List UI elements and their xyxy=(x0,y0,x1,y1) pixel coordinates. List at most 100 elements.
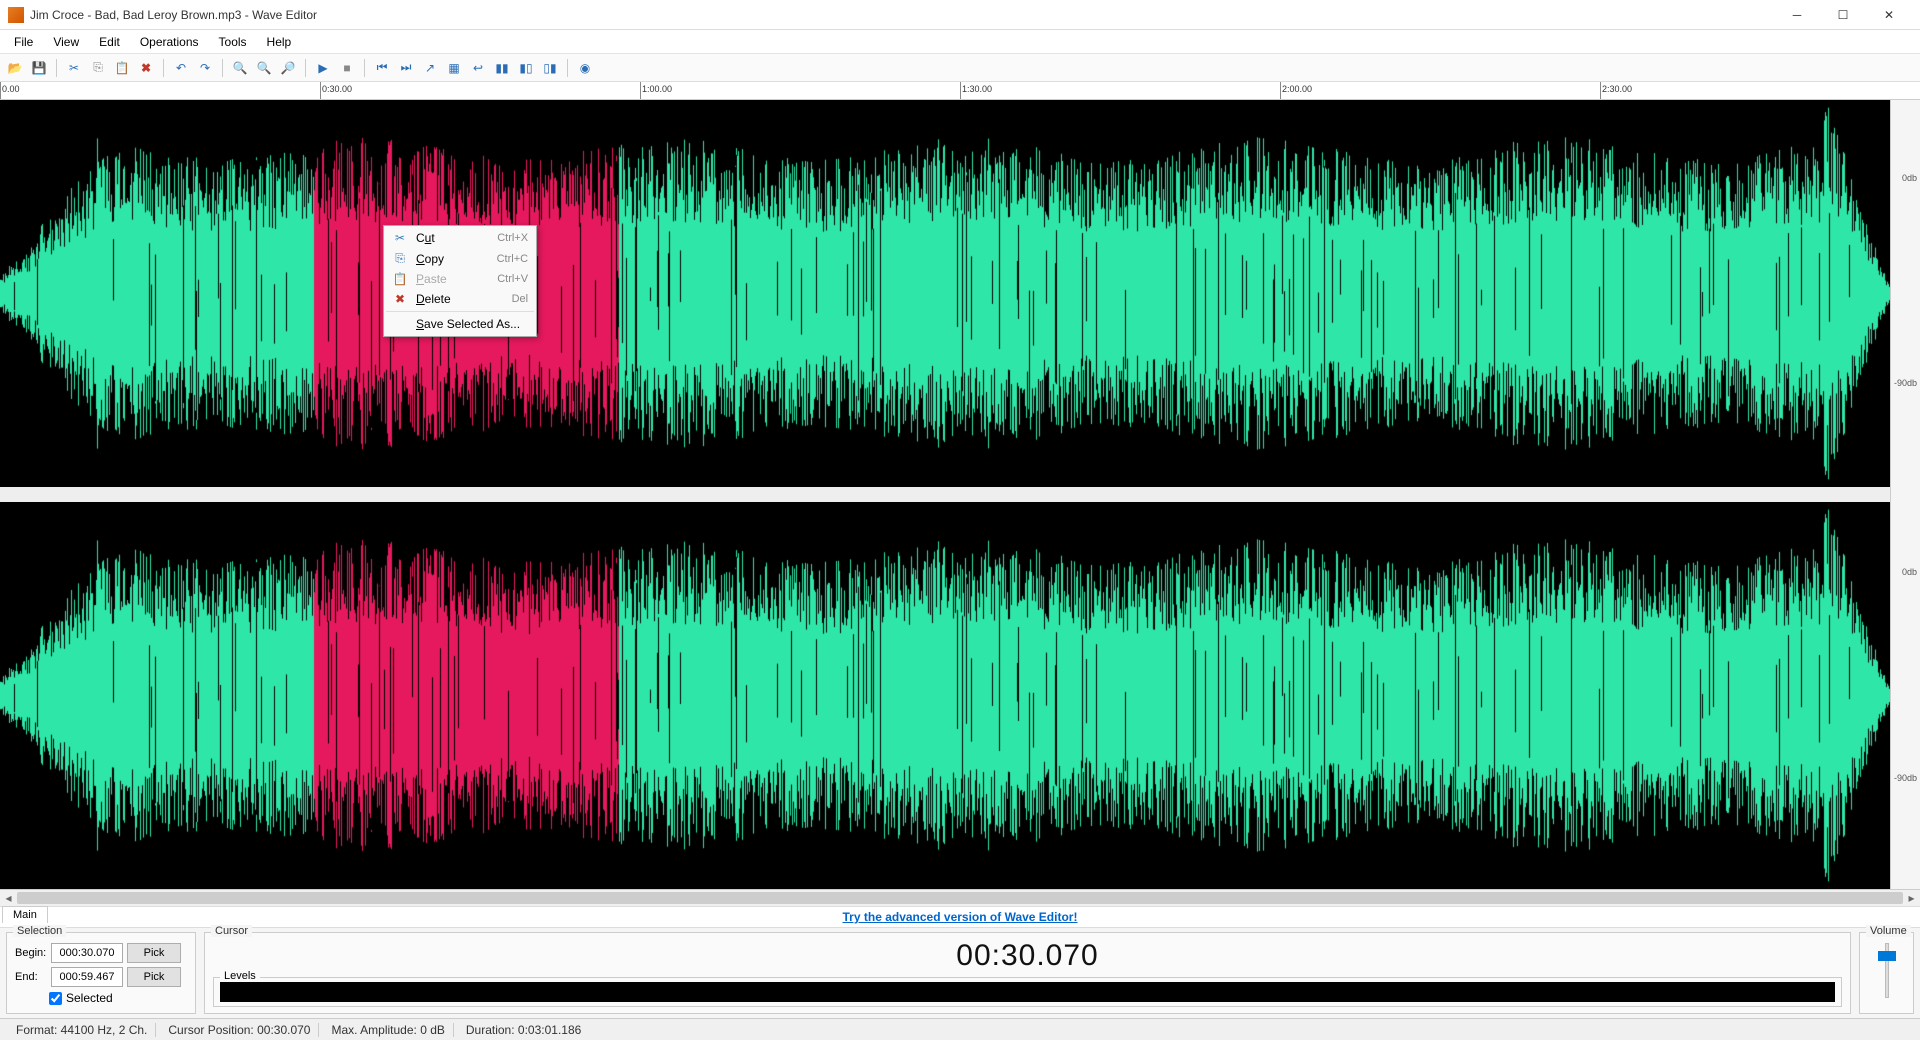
save-icon[interactable]: 💾 xyxy=(28,57,50,79)
levels-legend: Levels xyxy=(220,970,260,982)
db-label: 0db xyxy=(1902,567,1917,577)
waveform-area[interactable]: ✂ Cut Ctrl+X ⎘ Copy Ctrl+C 📋PasteCtrl+V ✖ Delete… xyxy=(0,100,1920,889)
menu-help[interactable]: Help xyxy=(257,31,302,53)
context-menu-item[interactable]: Save Selected As... xyxy=(386,314,534,334)
scroll-left-icon[interactable]: ◂ xyxy=(0,890,17,906)
skip-end-icon[interactable]: ⏭ xyxy=(395,57,417,79)
cursor-legend: Cursor xyxy=(211,925,252,937)
levels-panel: Levels xyxy=(213,977,1842,1007)
context-menu-label: Cut xyxy=(416,231,489,245)
end-pick-button[interactable]: Pick xyxy=(127,967,181,987)
volume-slider[interactable] xyxy=(1875,943,1899,998)
paste-icon[interactable]: 📋 xyxy=(111,57,133,79)
eq1-icon[interactable]: ▮▮ xyxy=(491,57,513,79)
menu-edit[interactable]: Edit xyxy=(89,31,130,53)
status-bar: Format: 44100 Hz, 2 Ch. Cursor Position:… xyxy=(0,1018,1920,1040)
end-input[interactable] xyxy=(51,967,123,987)
zoom-in-icon[interactable]: 🔍 xyxy=(229,57,251,79)
zoom-out-icon[interactable]: 🔍 xyxy=(253,57,275,79)
context-menu: ✂ Cut Ctrl+X ⎘ Copy Ctrl+C 📋PasteCtrl+V ✖ Delete… xyxy=(383,225,537,337)
db-label: -90db xyxy=(1894,378,1917,388)
toolbar-separator xyxy=(222,59,223,77)
waveform-left xyxy=(0,100,1890,487)
context-menu-label: Save Selected As... xyxy=(416,317,520,331)
volume-thumb[interactable] xyxy=(1878,951,1896,961)
close-button[interactable]: ✕ xyxy=(1866,0,1912,30)
context-menu-item[interactable]: ✂ Cut Ctrl+X xyxy=(386,228,534,248)
context-menu-shortcut: Ctrl+V xyxy=(497,273,528,285)
skip-start-icon[interactable]: ⏮ xyxy=(371,57,393,79)
db-label: 0db xyxy=(1902,173,1917,183)
help-icon[interactable]: ◉ xyxy=(574,57,596,79)
volume-panel: Volume xyxy=(1859,932,1914,1014)
grid-icon[interactable]: ▦ xyxy=(443,57,465,79)
toolbar-separator xyxy=(56,59,57,77)
menu-tools[interactable]: Tools xyxy=(209,31,257,53)
copy-icon: ⎘ xyxy=(392,251,408,266)
context-menu-shortcut: Ctrl+X xyxy=(497,232,528,244)
redo-icon[interactable]: ↷ xyxy=(194,57,216,79)
copy-icon[interactable]: ⎘ xyxy=(87,57,109,79)
toolbar: 📂 💾 ✂ ⎘ 📋 ✖ ↶ ↷ 🔍 🔍 🔎 ▶ ■ ⏮ ⏭ ↗ ▦ ↩ ▮▮ ▮… xyxy=(0,54,1920,82)
horizontal-scrollbar[interactable]: ◂ ▸ xyxy=(0,889,1920,906)
paste-icon: 📋 xyxy=(392,272,408,286)
menu-bar: File View Edit Operations Tools Help xyxy=(0,30,1920,54)
context-menu-shortcut: Del xyxy=(512,293,529,305)
context-menu-item[interactable]: ⎘ Copy Ctrl+C xyxy=(386,248,534,269)
context-menu-shortcut: Ctrl+C xyxy=(497,253,528,265)
undo-icon[interactable]: ↶ xyxy=(170,57,192,79)
title-bar: Jim Croce - Bad, Bad Leroy Brown.mp3 - W… xyxy=(0,0,1920,30)
menu-file[interactable]: File xyxy=(4,31,43,53)
maximize-button[interactable]: ☐ xyxy=(1820,0,1866,30)
stop-icon[interactable]: ■ xyxy=(336,57,358,79)
play-icon[interactable]: ▶ xyxy=(312,57,334,79)
time-ruler[interactable]: 0.000:30.001:00.001:30.002:00.002:30.003… xyxy=(0,82,1920,100)
app-icon xyxy=(8,7,24,23)
ruler-tick-label: 0:30.00 xyxy=(322,84,352,94)
toolbar-separator xyxy=(163,59,164,77)
levels-meter xyxy=(220,982,1835,1002)
context-menu-item: 📋PasteCtrl+V xyxy=(386,269,534,289)
open-icon[interactable]: 📂 xyxy=(4,57,26,79)
selection-panel: Selection Begin: Pick End: Pick Selected xyxy=(6,932,196,1014)
db-scale: 0db-90db0db-90db xyxy=(1890,100,1920,889)
zoom-fit-icon[interactable]: 🔎 xyxy=(277,57,299,79)
scroll-right-icon[interactable]: ▸ xyxy=(1903,890,1920,906)
context-menu-label: Copy xyxy=(416,252,489,266)
cursor-time: 00:30.070 xyxy=(213,939,1842,973)
delete-icon: ✖ xyxy=(392,292,408,306)
toolbar-separator xyxy=(364,59,365,77)
delete-icon[interactable]: ✖ xyxy=(135,57,157,79)
channel-left[interactable] xyxy=(0,100,1890,487)
cut-icon[interactable]: ✂ xyxy=(63,57,85,79)
status-duration: Duration: 0:03:01.186 xyxy=(458,1023,589,1037)
end-label: End: xyxy=(15,971,47,983)
menu-view[interactable]: View xyxy=(43,31,89,53)
tab-main[interactable]: Main xyxy=(2,906,48,923)
loop-icon[interactable]: ↗ xyxy=(419,57,441,79)
lower-panels: Selection Begin: Pick End: Pick Selected… xyxy=(0,928,1920,1018)
window-title: Jim Croce - Bad, Bad Leroy Brown.mp3 - W… xyxy=(30,8,1774,22)
scrollbar-thumb[interactable] xyxy=(17,892,1903,904)
begin-label: Begin: xyxy=(15,947,47,959)
eq3-icon[interactable]: ▯▮ xyxy=(539,57,561,79)
channel-right[interactable] xyxy=(0,502,1890,889)
waveform-right xyxy=(0,502,1890,889)
promo-link[interactable]: Try the advanced version of Wave Editor! xyxy=(843,910,1078,924)
channel-separator xyxy=(0,487,1890,503)
status-cursor: Cursor Position: 00:30.070 xyxy=(160,1023,319,1037)
cut-icon: ✂ xyxy=(392,231,408,245)
ruler-tick-label: 2:00.00 xyxy=(1282,84,1312,94)
ruler-tick-label: 1:00.00 xyxy=(642,84,672,94)
begin-input[interactable] xyxy=(51,943,123,963)
back-icon[interactable]: ↩ xyxy=(467,57,489,79)
eq2-icon[interactable]: ▮▯ xyxy=(515,57,537,79)
volume-legend: Volume xyxy=(1866,925,1911,937)
context-menu-label: Delete xyxy=(416,292,504,306)
selected-checkbox[interactable] xyxy=(49,992,62,1005)
minimize-button[interactable]: ─ xyxy=(1774,0,1820,30)
toolbar-separator xyxy=(305,59,306,77)
context-menu-item[interactable]: ✖ Delete Del xyxy=(386,289,534,309)
begin-pick-button[interactable]: Pick xyxy=(127,943,181,963)
menu-operations[interactable]: Operations xyxy=(130,31,209,53)
